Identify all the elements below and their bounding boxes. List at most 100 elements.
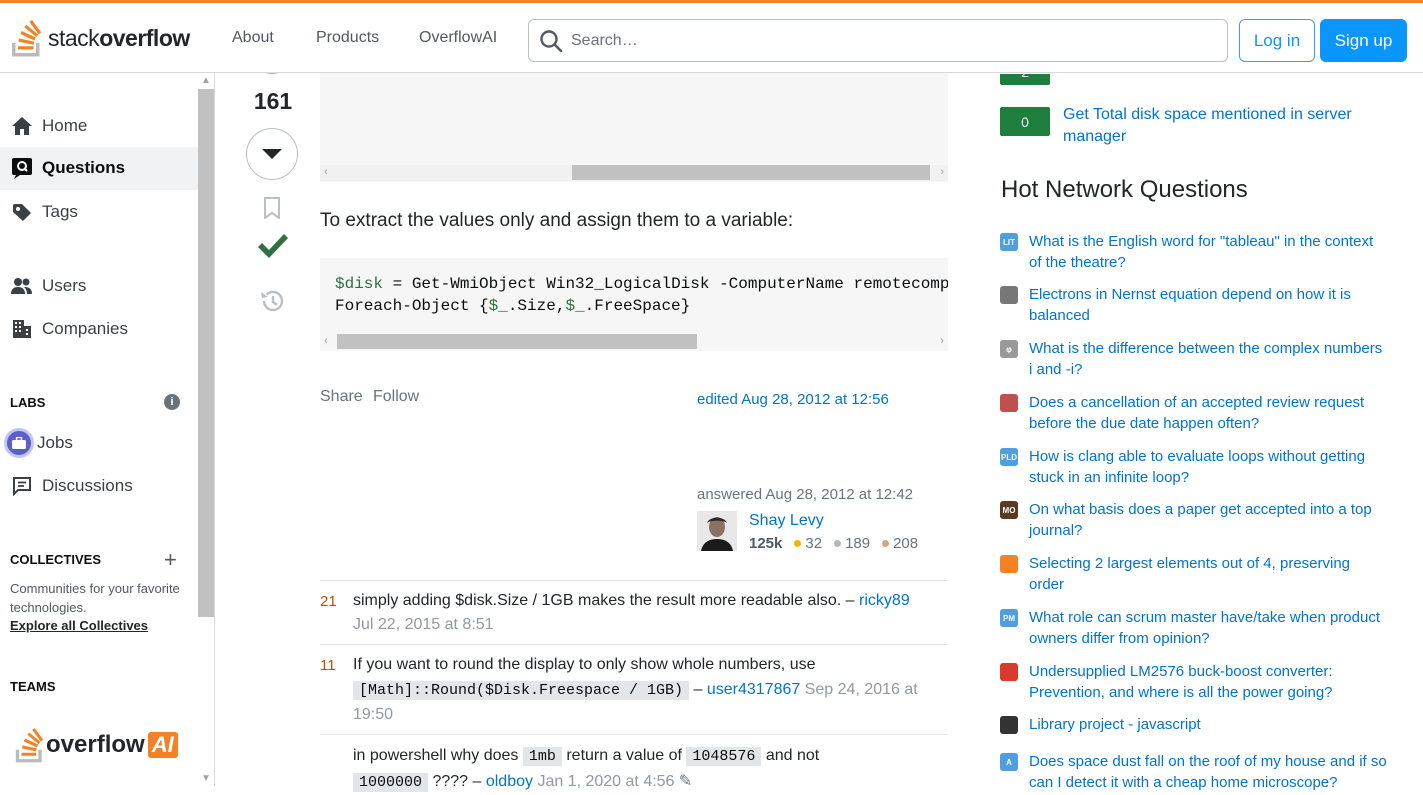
overflowai-logo[interactable]: overflow AI xyxy=(14,727,178,763)
sidebar-item-questions[interactable]: Questions xyxy=(10,157,125,179)
gold-badge-icon xyxy=(794,540,802,547)
left-sidebar: ▲ ▼ Home Questions Tags Users Companies … xyxy=(0,73,215,786)
sidebar-item-label: Companies xyxy=(42,319,128,338)
physics-site-icon xyxy=(1000,286,1018,304)
comment-user-link[interactable]: ricky89 xyxy=(859,592,910,609)
follow-link[interactable]: Follow xyxy=(373,388,419,406)
hnq-link[interactable]: How is clang able to evaluate loops with… xyxy=(1029,446,1389,488)
comment-date[interactable]: Jul 22, 2015 at 8:51 xyxy=(353,616,494,633)
inline-code: 1000000 xyxy=(353,773,429,792)
hnq-link[interactable]: Does space dust fall on the roof of my h… xyxy=(1029,751,1389,793)
user-name-link[interactable]: Shay Levy xyxy=(749,512,824,530)
discussion-icon xyxy=(10,476,34,496)
linked-question-link[interactable]: Get Total disk space mentioned in server… xyxy=(1063,104,1383,148)
comment-date[interactable]: Jan 1, 2020 at 4:56 xyxy=(537,773,674,790)
bookmark-icon[interactable] xyxy=(262,197,282,224)
plus-icon[interactable]: + xyxy=(164,547,177,573)
accepted-checkmark-icon xyxy=(256,230,290,267)
hnq-link[interactable]: Electrons in Nernst equation depend on h… xyxy=(1029,284,1389,326)
explore-collectives-link[interactable]: Explore all Collectives xyxy=(10,618,148,633)
comment: 21 simply adding $disk.Size / 1GB makes … xyxy=(320,581,948,645)
scroll-down-arrow-icon[interactable]: ▼ xyxy=(201,773,211,784)
login-button[interactable]: Log in xyxy=(1239,19,1315,62)
overflowai-badge: AI xyxy=(147,732,178,758)
hnq-link[interactable]: Undersupplied LM2576 buck-boost converte… xyxy=(1029,661,1389,703)
overflowai-logo-icon xyxy=(15,728,44,763)
codegolf-site-icon: PLD xyxy=(1000,448,1018,466)
nav-about[interactable]: About xyxy=(232,29,274,47)
sidebar-item-home[interactable]: Home xyxy=(10,115,87,137)
signup-button[interactable]: Sign up xyxy=(1320,19,1407,62)
mathoverflow-site-icon: MO xyxy=(1000,501,1018,519)
hnq-link[interactable]: What is the difference between the compl… xyxy=(1029,338,1389,380)
bronze-badge-icon xyxy=(882,540,890,547)
edited-timestamp-link[interactable]: edited Aug 28, 2012 at 12:56 xyxy=(697,391,889,408)
briefcase-icon xyxy=(4,428,34,458)
code-hscrollbar[interactable]: ‹ › xyxy=(320,334,948,350)
scroll-left-icon[interactable]: ‹ xyxy=(324,335,328,347)
sidebar-item-companies[interactable]: Companies xyxy=(10,318,128,340)
code-hscrollbar[interactable]: ‹ › xyxy=(320,165,948,181)
sidebar-item-label: Jobs xyxy=(37,433,73,452)
history-icon[interactable] xyxy=(259,289,285,318)
scroll-right-icon[interactable]: › xyxy=(940,166,944,178)
inline-code: 1048576 xyxy=(686,747,762,766)
sidebar-item-jobs[interactable]: Jobs xyxy=(4,428,73,458)
hot-network-questions-heading: Hot Network Questions xyxy=(1001,176,1248,203)
codereview-site-icon xyxy=(1000,716,1018,734)
hnq-link[interactable]: Library project - javascript xyxy=(1029,714,1389,735)
code-hscrollbar-thumb[interactable] xyxy=(337,334,697,349)
comment: 11 If you want to round the display to o… xyxy=(320,645,948,735)
search-box[interactable] xyxy=(528,19,1228,62)
comment-body: in powershell why does 1mb return a valu… xyxy=(353,747,820,792)
hnq-link[interactable]: What role can scrum master have/take whe… xyxy=(1029,607,1389,649)
vote-count: 161 xyxy=(253,88,293,114)
vote-down-button[interactable] xyxy=(246,128,298,180)
logo-text: stackoverflow xyxy=(48,24,190,51)
code-block: $disk = Get-WmiObject Win32_LogicalDisk … xyxy=(320,258,948,351)
academia-site-icon xyxy=(1000,394,1018,412)
silver-badge-count: 189 xyxy=(845,535,871,552)
comment-body: If you want to round the display to only… xyxy=(353,656,918,723)
comment-score: 21 xyxy=(320,593,337,610)
comment: in powershell why does 1mb return a valu… xyxy=(320,735,948,795)
edit-pencil-icon: ✎ xyxy=(678,773,693,790)
arrow-down-icon xyxy=(262,149,282,159)
code-hscrollbar-thumb[interactable] xyxy=(572,165,930,180)
nav-products[interactable]: Products xyxy=(316,29,379,47)
search-input[interactable] xyxy=(571,31,1171,50)
pm-site-icon: PM xyxy=(1000,609,1018,627)
stackoverflow-site-icon xyxy=(1000,555,1018,573)
hnq-link[interactable]: What is the English word for "tableau" i… xyxy=(1029,231,1389,273)
sidebar-item-users[interactable]: Users xyxy=(10,275,86,297)
comment-user-link[interactable]: oldboy xyxy=(486,773,533,790)
scroll-up-arrow-icon[interactable]: ▲ xyxy=(201,75,211,86)
stackoverflow-logo[interactable]: stackoverflow xyxy=(10,17,210,59)
sidebar-scrollbar-thumb[interactable] xyxy=(198,89,214,617)
stackoverflow-logo-icon xyxy=(12,20,42,57)
questions-icon xyxy=(10,158,34,179)
comment-user-link[interactable]: user4317867 xyxy=(707,681,800,698)
avatar[interactable] xyxy=(697,511,737,551)
nav-overflowai[interactable]: OverflowAI xyxy=(419,29,497,47)
linked-question-score[interactable]: 0 xyxy=(1000,107,1050,136)
hnq-link[interactable]: Selecting 2 largest elements out of 4, p… xyxy=(1029,553,1389,595)
collectives-description: Communities for your favorite technologi… xyxy=(10,581,180,615)
bronze-badge-count: 208 xyxy=(893,535,919,552)
tag-icon xyxy=(10,202,34,222)
hnq-link[interactable]: Does a cancellation of an accepted revie… xyxy=(1029,392,1389,434)
scroll-right-icon[interactable]: › xyxy=(940,335,944,347)
search-icon xyxy=(540,29,563,52)
scroll-left-icon[interactable]: ‹ xyxy=(324,166,328,178)
sidebar-item-label: Discussions xyxy=(42,476,133,495)
answered-timestamp: answered Aug 28, 2012 at 12:42 xyxy=(697,486,914,503)
sidebar-item-label: Home xyxy=(42,116,88,135)
sidebar-item-discussions[interactable]: Discussions xyxy=(10,475,133,497)
share-link[interactable]: Share xyxy=(320,388,363,406)
english-site-icon: LIT xyxy=(1000,233,1018,251)
inline-code: [Math]::Round($Disk.Freespace / 1GB) xyxy=(353,680,690,700)
sidebar-item-tags[interactable]: Tags xyxy=(10,201,78,223)
info-icon[interactable]: i xyxy=(164,394,180,410)
collectives-heading: COLLECTIVES xyxy=(10,552,102,567)
hnq-link[interactable]: On what basis does a paper get accepted … xyxy=(1029,499,1389,541)
